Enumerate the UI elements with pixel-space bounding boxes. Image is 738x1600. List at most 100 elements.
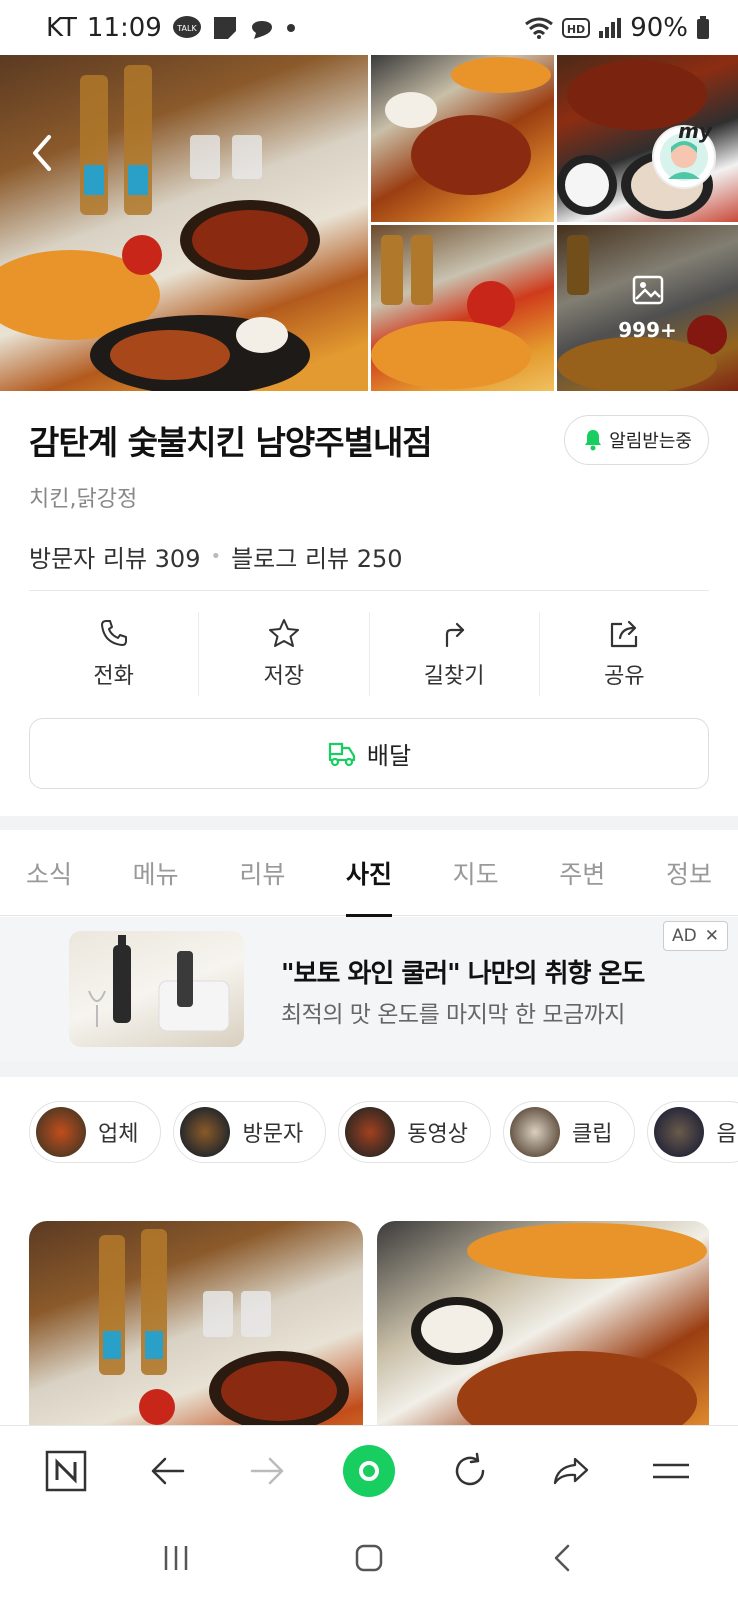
notification-subscribe-button[interactable]: 알림받는중 — [564, 415, 709, 465]
ad-image — [69, 931, 244, 1047]
section-gap — [0, 816, 738, 830]
bell-icon — [585, 430, 602, 451]
hd-voice-icon: HD — [562, 17, 591, 39]
chevron-left-icon — [554, 1544, 569, 1571]
review-summary: 방문자 리뷰 309 • 블로그 리뷰 250 — [29, 539, 709, 574]
reload-button[interactable] — [440, 1441, 500, 1501]
carrier-label: KT — [46, 12, 77, 43]
place-category: 치킨,닭강정 — [29, 487, 138, 512]
visitor-review-link[interactable]: 방문자 리뷰 309 — [29, 539, 200, 574]
chip-thumbnail — [345, 1107, 396, 1157]
delivery-scooter-icon — [328, 742, 356, 766]
image-icon — [632, 275, 664, 310]
tab-photos[interactable]: 사진 — [345, 830, 392, 917]
notify-label: 알림받는중 — [609, 431, 692, 452]
photo-thumb-more[interactable]: 999+ — [557, 225, 738, 391]
back-button[interactable] — [22, 133, 62, 173]
call-label: 전화 — [93, 664, 134, 689]
tab-news[interactable]: 소식 — [26, 830, 72, 916]
place-title: 감탄계 숯불치킨 남양주별내점 — [29, 423, 433, 462]
phone-icon — [100, 620, 127, 646]
battery-icon — [696, 15, 710, 40]
chip-thumbnail — [36, 1107, 86, 1157]
naver-home-button[interactable] — [36, 1441, 96, 1501]
browser-share-button[interactable] — [541, 1441, 601, 1501]
photo-thumb-2[interactable] — [371, 55, 554, 222]
note-icon — [212, 15, 238, 41]
chip-label: 업체 — [98, 1122, 139, 1147]
ad-close-icon[interactable]: ✕ — [705, 926, 719, 946]
arrow-right-icon — [250, 1457, 284, 1484]
place-tabs: 소식 메뉴 리뷰 사진 지도 주변 정보 — [0, 830, 738, 917]
delivery-button[interactable]: 배달 — [29, 718, 709, 789]
gallery-photo[interactable] — [377, 1221, 709, 1425]
share-icon — [611, 620, 638, 648]
tab-reviews[interactable]: 리뷰 — [239, 830, 285, 916]
chip-more[interactable]: 음 — [647, 1101, 738, 1163]
photo-thumb-4[interactable] — [371, 225, 554, 391]
recent-apps-icon — [165, 1545, 188, 1570]
chip-label: 음 — [716, 1122, 737, 1147]
place-info: 감탄계 숯불치킨 남양주별내점 알림받는중 치킨,닭강정 방문자 리뷰 309 … — [0, 391, 738, 574]
gallery-photo[interactable] — [29, 1221, 363, 1425]
hamburger-menu-icon — [653, 1463, 690, 1478]
arrow-left-icon — [152, 1457, 185, 1484]
photo-filter-chips: 업체 방문자 동영상 클립 음 — [29, 1101, 738, 1165]
chip-thumbnail — [509, 1107, 560, 1157]
my-label: my — [678, 119, 712, 143]
notification-dot-icon — [286, 23, 296, 33]
home-icon — [355, 1544, 383, 1571]
hd-badge-text: HD — [567, 23, 585, 36]
directions-label: 길찾기 — [423, 664, 485, 689]
title-row: 감탄계 숯불치킨 남양주별내점 알림받는중 — [29, 415, 709, 465]
directions-button[interactable]: 길찾기 — [368, 612, 539, 696]
kakaotalk-icon: TALK — [172, 15, 202, 41]
system-nav-bar — [0, 1515, 738, 1600]
divider — [29, 590, 709, 591]
call-button[interactable]: 전화 — [29, 612, 198, 696]
ad-label: AD — [672, 926, 697, 946]
save-button[interactable]: 저장 — [198, 612, 368, 696]
chip-video[interactable]: 동영상 — [338, 1101, 491, 1163]
tab-nearby[interactable]: 주변 — [559, 830, 605, 916]
reload-icon — [455, 1452, 485, 1485]
browser-toolbar — [0, 1425, 738, 1515]
green-dot-button[interactable] — [339, 1441, 399, 1501]
tab-menu[interactable]: 메뉴 — [133, 830, 179, 916]
browser-back-button[interactable] — [137, 1441, 197, 1501]
share-arrow-icon — [553, 1457, 588, 1484]
chip-business[interactable]: 업체 — [29, 1101, 162, 1163]
browser-forward-button[interactable] — [238, 1441, 298, 1501]
chip-label: 클립 — [571, 1122, 613, 1147]
photo-gallery — [29, 1221, 709, 1425]
talk-badge-text: TALK — [176, 24, 197, 33]
directions-icon — [446, 622, 465, 648]
system-back-button[interactable] — [532, 1528, 592, 1588]
tab-map[interactable]: 지도 — [453, 830, 499, 916]
chip-clip[interactable]: 클립 — [502, 1101, 636, 1163]
battery-percent: 90% — [630, 12, 688, 43]
green-dot-icon — [342, 1444, 395, 1497]
naver-logo-icon — [46, 1450, 87, 1491]
signal-icon — [598, 17, 622, 39]
ad-badge: AD ✕ — [663, 921, 728, 951]
tab-info[interactable]: 정보 — [666, 830, 712, 916]
blog-review-link[interactable]: 블로그 리뷰 250 — [231, 539, 402, 574]
chip-thumbnail — [654, 1107, 705, 1157]
messenger-icon — [248, 15, 276, 41]
main-photo[interactable] — [0, 55, 368, 391]
share-label: 공유 — [604, 664, 645, 689]
review-separator: • — [210, 546, 222, 567]
recent-apps-button[interactable] — [146, 1528, 206, 1588]
status-bar: KT 11:09 TALK HD 90% — [0, 0, 738, 55]
wifi-icon — [524, 16, 554, 40]
ad-banner[interactable]: "보토 와인 쿨러" 나만의 취향 온도 최적의 맛 온도를 마지막 한 모금까… — [0, 917, 738, 1061]
share-button[interactable]: 공유 — [538, 612, 709, 696]
delivery-label: 배달 — [366, 742, 412, 770]
browser-menu-button[interactable] — [641, 1441, 701, 1501]
home-button[interactable] — [339, 1528, 399, 1588]
status-right: HD 90% — [524, 13, 710, 43]
star-icon — [268, 619, 299, 647]
status-left: KT 11:09 TALK — [46, 13, 296, 43]
chip-visitor[interactable]: 방문자 — [173, 1101, 327, 1163]
